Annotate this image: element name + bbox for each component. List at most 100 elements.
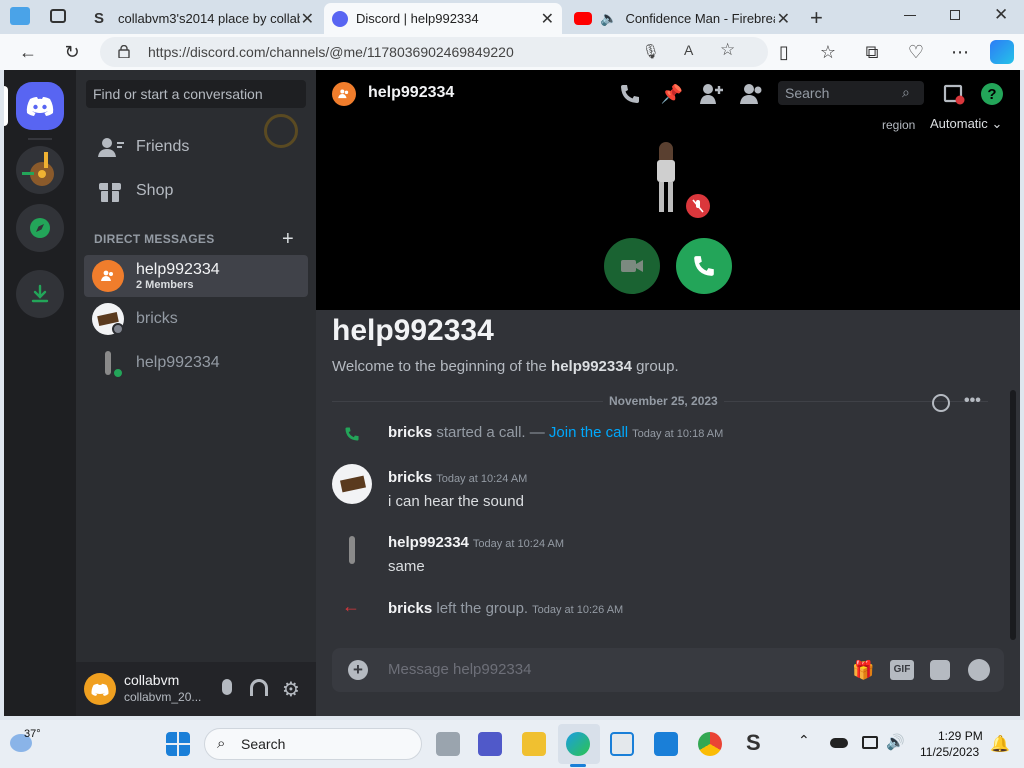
url-field[interactable]: https://discord.com/channels/@me/1178036… [100, 37, 768, 67]
start-windows-icon[interactable] [166, 732, 190, 756]
more-menu-icon[interactable]: ⋯ [948, 40, 972, 64]
direct-messages-home-icon[interactable] [16, 82, 64, 130]
message-item: bricks Today at 10:24 AM i can hear the s… [388, 469, 527, 510]
clock-date[interactable]: 11/25/2023 [920, 745, 979, 759]
performance-icon[interactable]: ♡ [904, 40, 928, 64]
help-icon[interactable]: ? [980, 82, 1004, 106]
close-tab-icon[interactable]: ✕ [777, 9, 790, 29]
collabvm-s-icon[interactable]: S [746, 730, 761, 756]
more-options-icon[interactable]: ••• [964, 392, 981, 410]
chat-scrollbar[interactable] [1010, 390, 1016, 640]
microphone-icon[interactable] [222, 679, 232, 695]
message-input[interactable]: Message help992334 [388, 661, 531, 678]
teams-icon[interactable] [478, 732, 502, 756]
system-text: started a call. — [432, 424, 549, 441]
restore-button[interactable] [950, 10, 960, 20]
close-tab-icon[interactable]: ✕ [541, 9, 554, 29]
help992334-message-avatar[interactable] [332, 530, 372, 570]
settings-gear-icon[interactable]: ⚙ [282, 677, 300, 702]
voice-search-icon[interactable]: 🎙 [642, 43, 660, 60]
edge-browser-icon[interactable] [566, 732, 590, 756]
user-tag: collabvm_20... [124, 690, 202, 704]
tab-actions-icon[interactable] [50, 9, 66, 23]
file-explorer-icon[interactable] [522, 732, 546, 756]
tab-collabvm[interactable]: S collabvm3's2014 place by collab ✕ [86, 3, 322, 34]
explore-compass-icon[interactable] [16, 204, 64, 252]
pinned-messages-icon[interactable]: 📌 [660, 82, 684, 106]
username: collabvm [124, 672, 180, 688]
member-list-icon[interactable] [740, 82, 764, 106]
minimize-button[interactable] [904, 15, 916, 16]
server-icon[interactable] [16, 146, 64, 194]
close-window-button[interactable]: ✕ [994, 5, 1008, 25]
gift-icon[interactable]: 🎁 [852, 660, 874, 681]
search-input[interactable]: Search ⌕ [778, 81, 924, 105]
participant-video-tile[interactable] [651, 142, 681, 216]
user-avatar[interactable] [84, 673, 116, 705]
region-select[interactable]: Automatic ⌄ [930, 116, 1002, 132]
refresh-button[interactable]: ↻ [60, 40, 84, 64]
dm-item-help992334[interactable]: help992334 [84, 342, 308, 384]
inbox-icon[interactable] [942, 82, 966, 106]
gif-button[interactable]: GIF [890, 660, 914, 680]
direct-messages-header: DIRECT MESSAGES [94, 232, 215, 246]
workspaces-icon[interactable] [10, 7, 30, 25]
left-group-arrow-icon: ← [342, 596, 360, 616]
timestamp: Today at 10:24 AM [436, 473, 528, 485]
site-s-icon: S [94, 9, 105, 27]
system-author[interactable]: bricks [388, 600, 432, 617]
chrome-icon[interactable] [698, 732, 722, 756]
group-avatar [92, 260, 124, 292]
onedrive-cloud-icon[interactable] [830, 738, 848, 748]
show-hidden-icons-chevron[interactable]: ⌃ [798, 732, 810, 749]
new-tab-button[interactable]: + [810, 5, 823, 31]
add-friends-to-dm-icon[interactable] [700, 82, 724, 106]
toggle-video-button[interactable] [604, 238, 660, 294]
join-call-button[interactable] [676, 238, 732, 294]
upload-plus-icon[interactable]: + [348, 660, 368, 680]
network-icon[interactable] [862, 736, 878, 749]
store-icon[interactable] [610, 732, 634, 756]
message-author[interactable]: help992334 [388, 534, 469, 551]
emoji-icon[interactable] [968, 659, 990, 681]
speaker-icon[interactable]: 🔈 [600, 10, 617, 27]
tab-youtube[interactable]: 🔈 Confidence Man - Firebreak ✕ [566, 3, 798, 34]
close-tab-icon[interactable]: ✕ [301, 9, 314, 29]
online-status-dot [112, 367, 124, 379]
dm-item-group[interactable]: help992334 2 Members [84, 255, 308, 297]
add-reaction-icon[interactable] [932, 394, 950, 412]
join-call-link[interactable]: Join the call [549, 424, 628, 441]
mail-icon[interactable] [654, 732, 678, 756]
message-author[interactable]: bricks [388, 469, 432, 486]
start-call-icon[interactable] [618, 82, 642, 106]
youtube-favicon-icon [574, 12, 592, 25]
shop-nav[interactable]: Shop [84, 170, 308, 212]
headphones-icon[interactable] [250, 679, 268, 696]
search-icon: ⌕ [217, 735, 226, 752]
sticker-icon[interactable] [930, 660, 950, 680]
clock-time[interactable]: 1:29 PM [938, 729, 983, 743]
split-screen-icon[interactable]: ▯ [772, 40, 796, 64]
favorite-star-icon[interactable]: ☆ [720, 40, 735, 60]
friends-nav[interactable]: Friends [84, 126, 308, 168]
task-view-icon[interactable] [436, 732, 460, 756]
collections-icon[interactable]: ⧉ [860, 40, 884, 64]
create-dm-plus-icon[interactable]: + [282, 228, 294, 251]
tab-discord[interactable]: Discord | help992334 ✕ [324, 3, 562, 34]
message-composer[interactable]: + Message help992334 🎁 GIF [332, 648, 1004, 692]
bricks-message-avatar[interactable] [332, 464, 372, 504]
download-apps-icon[interactable] [16, 270, 64, 318]
taskbar-search[interactable]: ⌕ Search [204, 728, 422, 760]
friends-icon [98, 138, 124, 157]
selected-indicator [4, 86, 8, 126]
read-aloud-icon[interactable]: A [684, 42, 693, 58]
volume-icon[interactable]: 🔊 [886, 733, 905, 751]
back-button[interactable]: ← [16, 40, 40, 64]
system-author[interactable]: bricks [388, 424, 432, 441]
notifications-bell-icon[interactable]: 🔔 [990, 734, 1010, 754]
favorites-icon[interactable]: ☆ [816, 40, 840, 64]
dm-item-bricks[interactable]: bricks [84, 298, 308, 340]
find-conversation-button[interactable]: Find or start a conversation [86, 80, 306, 108]
timestamp: Today at 10:26 AM [532, 604, 624, 616]
copilot-icon[interactable] [990, 40, 1014, 64]
